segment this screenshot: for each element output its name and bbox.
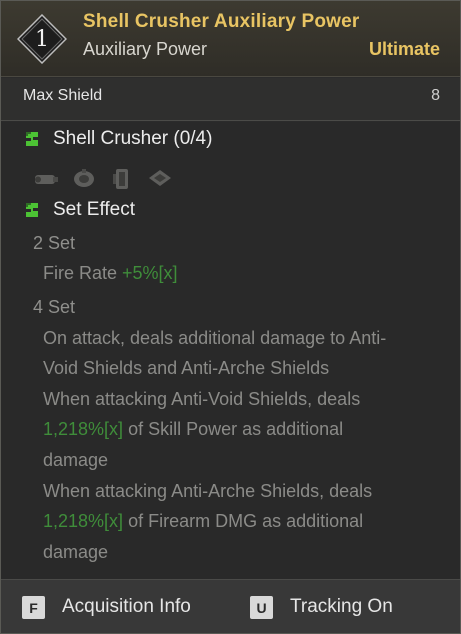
tooltip-footer: F Acquisition Info U Tracking On	[1, 579, 460, 633]
four-set-line-6: When attacking Anti-Arche Shields, deals	[43, 481, 373, 501]
set-parts	[31, 166, 175, 192]
four-set-line-3: When attacking Anti-Void Shields, deals	[43, 389, 361, 409]
four-set-line-1: On attack, deals additional damage to An…	[43, 328, 387, 348]
set-name-heading: Shell Crusher (0/4)	[23, 128, 212, 150]
two-set-label: 2 Set	[33, 233, 76, 253]
item-category: Auxiliary Power	[83, 39, 208, 59]
four-set-label: 4 Set	[33, 297, 76, 317]
four-set-line-5: damage	[43, 450, 109, 470]
set-effect-heading: Set Effect	[23, 199, 135, 221]
tooltip-header: 1 Shell Crusher Auxiliary Power Auxiliar…	[1, 1, 460, 77]
four-set-line-7: 1,218%[x] of Firearm DMG as additional	[43, 506, 443, 537]
tier-number: 1	[35, 26, 49, 52]
acquisition-info-button[interactable]: Acquisition Info	[62, 596, 191, 618]
four-set-line-4-rest: of Skill Power as additional	[123, 419, 344, 439]
two-set-prefix: Fire Rate	[43, 263, 123, 283]
set-bonus-icon	[26, 132, 38, 146]
two-set-value: +5%[x]	[122, 263, 178, 283]
item-grade: Ultimate	[368, 39, 440, 59]
four-set-line-4: 1,218%[x] of Skill Power as additional	[43, 414, 443, 445]
part-3-icon	[113, 169, 128, 189]
tier-badge: 1	[17, 14, 67, 64]
set-effect-icon	[26, 203, 38, 217]
stat-value: 8	[431, 87, 440, 104]
two-set-effect: Fire Rate +5%[x]	[43, 258, 443, 289]
tracking-toggle-button[interactable]: Tracking On	[290, 596, 393, 618]
item-tooltip: 1 Shell Crusher Auxiliary Power Auxiliar…	[0, 0, 461, 634]
skill-power-value: 1,218%[x]	[43, 419, 124, 439]
stat-name: Max Shield	[23, 87, 103, 104]
tracking-key-hint[interactable]: U	[250, 596, 273, 619]
firearm-dmg-value: 1,218%[x]	[43, 511, 124, 531]
acquisition-key-hint[interactable]: F	[22, 596, 45, 619]
four-set-line-2: Void Shields and Anti-Arche Shields	[43, 358, 330, 378]
item-title: Shell Crusher Auxiliary Power	[83, 11, 360, 32]
part-2-icon	[74, 169, 94, 187]
set-effect-label: Set Effect	[53, 199, 136, 220]
part-1-icon	[35, 175, 58, 184]
set-name-label: Shell Crusher (0/4)	[53, 128, 213, 149]
four-set-line-7-rest: of Firearm DMG as additional	[123, 511, 364, 531]
stat-row: Max Shield 8	[1, 78, 460, 121]
set-info-panel: Shell Crusher (0/4) Set Effect 2 Set Fir…	[1, 122, 460, 579]
part-4-icon	[149, 170, 171, 186]
four-set-line-8: damage	[43, 542, 109, 562]
